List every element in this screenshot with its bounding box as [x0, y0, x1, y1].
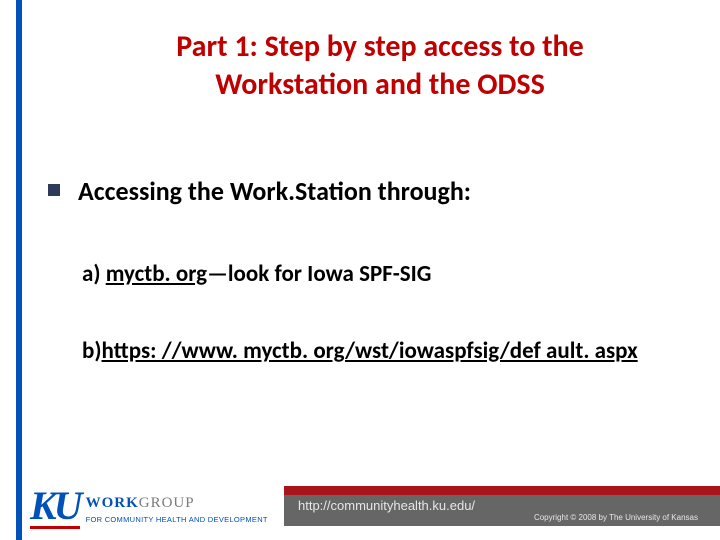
item-a-suffix: —look for Iowa SPF-SIG	[207, 260, 431, 288]
ku-logo-text: WORKGROUP FOR COMMUNITY HEALTH AND DEVEL…	[86, 495, 268, 524]
footer-bar-body: http://communityhealth.ku.edu/ Copyright…	[284, 495, 720, 526]
ku-mark: KU	[30, 486, 80, 526]
item-b-link[interactable]: https: //www. myctb. org/wst/iowaspfsig/…	[102, 337, 638, 365]
footer: KU WORKGROUP FOR COMMUNITY HEALTH AND DE…	[0, 472, 720, 540]
workgroup-label: WORKGROUP	[86, 495, 268, 512]
item-a-prefix: a)	[82, 260, 106, 288]
item-a-link[interactable]: myctb. org	[106, 260, 207, 288]
left-vertical-rule	[16, 0, 22, 540]
slide-title: Part 1: Step by step access to the Works…	[100, 28, 660, 103]
bullet-item: Accessing the Work.Station through:	[48, 175, 471, 207]
footer-bar-accent	[284, 486, 720, 495]
bullet-square-icon	[48, 184, 60, 196]
list-item-b: b)https: //www. myctb. org/wst/iowaspfsi…	[82, 337, 662, 366]
group-word: GROUP	[139, 495, 195, 511]
ku-tagline: FOR COMMUNITY HEALTH AND DEVELOPMENT	[86, 515, 268, 524]
list-item-a: a) myctb. org—look for Iowa SPF-SIG	[82, 260, 431, 288]
footer-bar: http://communityhealth.ku.edu/ Copyright…	[284, 486, 720, 526]
ku-logo: KU WORKGROUP FOR COMMUNITY HEALTH AND DE…	[30, 486, 268, 526]
slide: Part 1: Step by step access to the Works…	[0, 0, 720, 540]
bullet-text: Accessing the Work.Station through:	[78, 175, 471, 207]
footer-url[interactable]: http://communityhealth.ku.edu/	[298, 499, 698, 512]
work-word: WORK	[86, 495, 139, 511]
footer-copyright: Copyright © 2008 by The University of Ka…	[298, 514, 698, 522]
item-b-prefix: b)	[82, 337, 102, 365]
